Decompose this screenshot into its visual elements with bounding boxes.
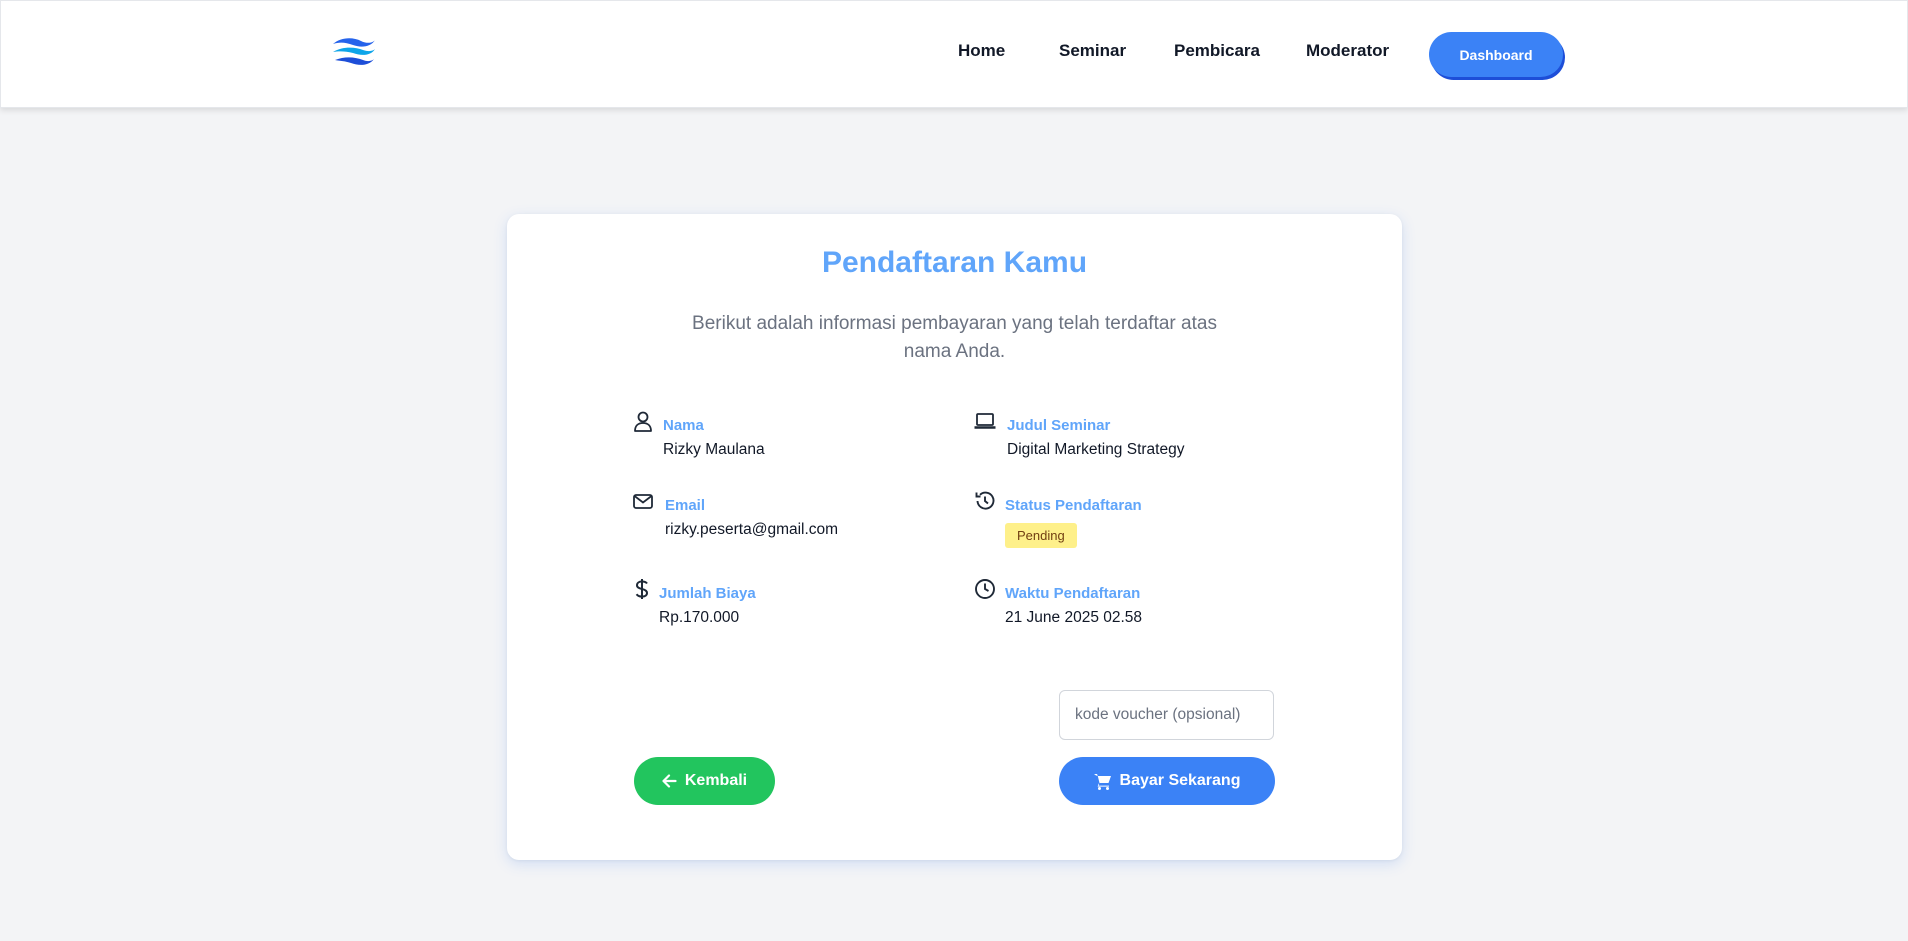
pay-now-button[interactable]: Bayar Sekarang	[1059, 757, 1275, 805]
clock-icon	[975, 579, 995, 599]
back-button[interactable]: Kembali	[634, 757, 775, 805]
registration-card: Pendaftaran Kamu Berikut adalah informas…	[507, 214, 1402, 860]
status-badge: Pending	[1005, 523, 1077, 548]
nav-seminar[interactable]: Seminar	[1059, 41, 1126, 61]
judul-seminar-value: Digital Marketing Strategy	[1007, 441, 1185, 458]
status-pendaftaran-label: Status Pendaftaran	[1005, 497, 1142, 514]
arrow-left-icon	[662, 774, 677, 788]
nav-pembicara[interactable]: Pembicara	[1174, 41, 1260, 61]
nav-moderator[interactable]: Moderator	[1306, 41, 1389, 61]
email-value: rizky.peserta@gmail.com	[665, 521, 839, 538]
nav-home[interactable]: Home	[958, 41, 1005, 61]
history-icon	[975, 491, 995, 510]
dollar-icon	[635, 579, 649, 599]
dashboard-button[interactable]: Dashboard	[1429, 32, 1563, 77]
nama-label: Nama	[663, 417, 704, 434]
pay-now-button-label: Bayar Sekarang	[1119, 772, 1241, 789]
wave-logo[interactable]	[331, 35, 377, 69]
page-subtitle: Berikut adalah informasi pembayaran yang…	[692, 313, 1217, 362]
back-button-label: Kembali	[684, 772, 748, 789]
jumlah-biaya-label: Jumlah Biaya	[659, 585, 756, 602]
page-title: Pendaftaran Kamu	[821, 246, 1088, 279]
waktu-pendaftaran-label: Waktu Pendaftaran	[1005, 585, 1141, 602]
nama-value: Rizky Maulana	[663, 441, 765, 458]
cart-icon	[1093, 773, 1111, 790]
laptop-icon	[974, 413, 996, 429]
waktu-pendaftaran-value: 21 June 2025 02.58	[1005, 609, 1143, 626]
voucher-input[interactable]	[1059, 690, 1274, 740]
envelope-icon	[633, 494, 653, 509]
jumlah-biaya-value: Rp.170.000	[659, 609, 740, 626]
user-icon	[634, 411, 652, 432]
navbar: Home Seminar Pembicara Moderator Dashboa…	[0, 0, 1908, 108]
judul-seminar-label: Judul Seminar	[1007, 417, 1111, 434]
email-label: Email	[665, 497, 706, 514]
